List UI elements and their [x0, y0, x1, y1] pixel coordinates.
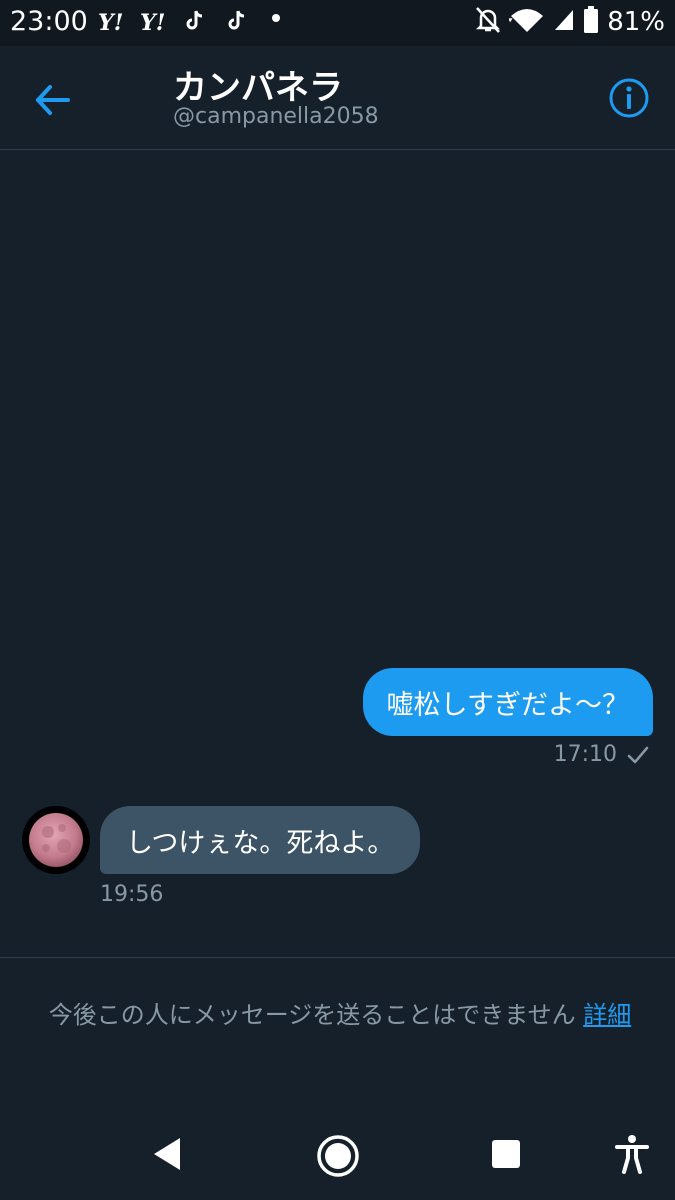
- nav-home-button[interactable]: [316, 1134, 360, 1182]
- dm-disabled-footer: 今後この人にメッセージを送ることはできません 詳細: [0, 957, 675, 1107]
- conversation-handle: @campanella2058: [173, 104, 379, 129]
- mute-bell-icon: [475, 6, 501, 38]
- tiktok-icon: [186, 10, 204, 36]
- moon-icon: [29, 813, 83, 867]
- sent-message-text: 嘘松しすぎだよ～？: [386, 689, 629, 721]
- received-message-bubble[interactable]: しつけぇな。死ねよ。: [100, 806, 421, 874]
- battery-icon: [583, 6, 599, 38]
- yahoo-icon: Y!: [98, 10, 124, 36]
- sent-message-time: 17:10: [553, 742, 617, 767]
- accessibility-button[interactable]: [614, 1134, 650, 1178]
- battery-percent: 81%: [607, 7, 665, 37]
- received-message-time: 19:56: [100, 882, 164, 907]
- status-time: 23:00: [10, 6, 88, 37]
- nav-recents-button[interactable]: [490, 1138, 522, 1174]
- sent-message-bubble[interactable]: 嘘松しすぎだよ～？: [362, 668, 653, 736]
- nav-home-icon: [317, 1135, 359, 1177]
- wifi-icon: [508, 7, 545, 37]
- dm-disabled-notice: 今後この人にメッセージを送ることはできません 詳細: [30, 994, 650, 1037]
- system-nav-bar: [0, 1108, 675, 1200]
- signal-icon: [553, 8, 575, 36]
- received-message-text: しつけぇな。死ねよ。: [126, 827, 395, 859]
- learn-more-link[interactable]: 詳細: [583, 1001, 631, 1029]
- status-bar: 23:00 Y! Y! 81%: [0, 0, 675, 46]
- nav-back-icon: [154, 1138, 180, 1170]
- conversation-header: カンパネラ @campanella2058: [0, 46, 675, 150]
- more-notifications-icon: [272, 14, 280, 22]
- conversation-title[interactable]: カンパネラ: [173, 60, 343, 109]
- dm-disabled-text: 今後この人にメッセージを送ることはできません: [48, 1001, 576, 1029]
- accessibility-icon: [615, 1135, 649, 1174]
- info-icon: [609, 78, 649, 118]
- status-right: 81%: [475, 6, 665, 38]
- screen: 23:00 Y! Y! 81% カンパネラ @campanella2058 嘘松…: [0, 0, 675, 1200]
- back-button[interactable]: [30, 78, 74, 122]
- nav-recents-icon: [492, 1140, 520, 1168]
- tiktok-icon: [228, 10, 246, 36]
- yahoo-icon: Y!: [140, 10, 166, 36]
- back-arrow-icon: [36, 85, 70, 115]
- check-icon: [627, 746, 649, 763]
- info-button[interactable]: [607, 76, 651, 120]
- avatar[interactable]: [22, 806, 90, 874]
- nav-back-button[interactable]: [150, 1136, 184, 1176]
- sent-message-meta: 17:10: [554, 742, 649, 767]
